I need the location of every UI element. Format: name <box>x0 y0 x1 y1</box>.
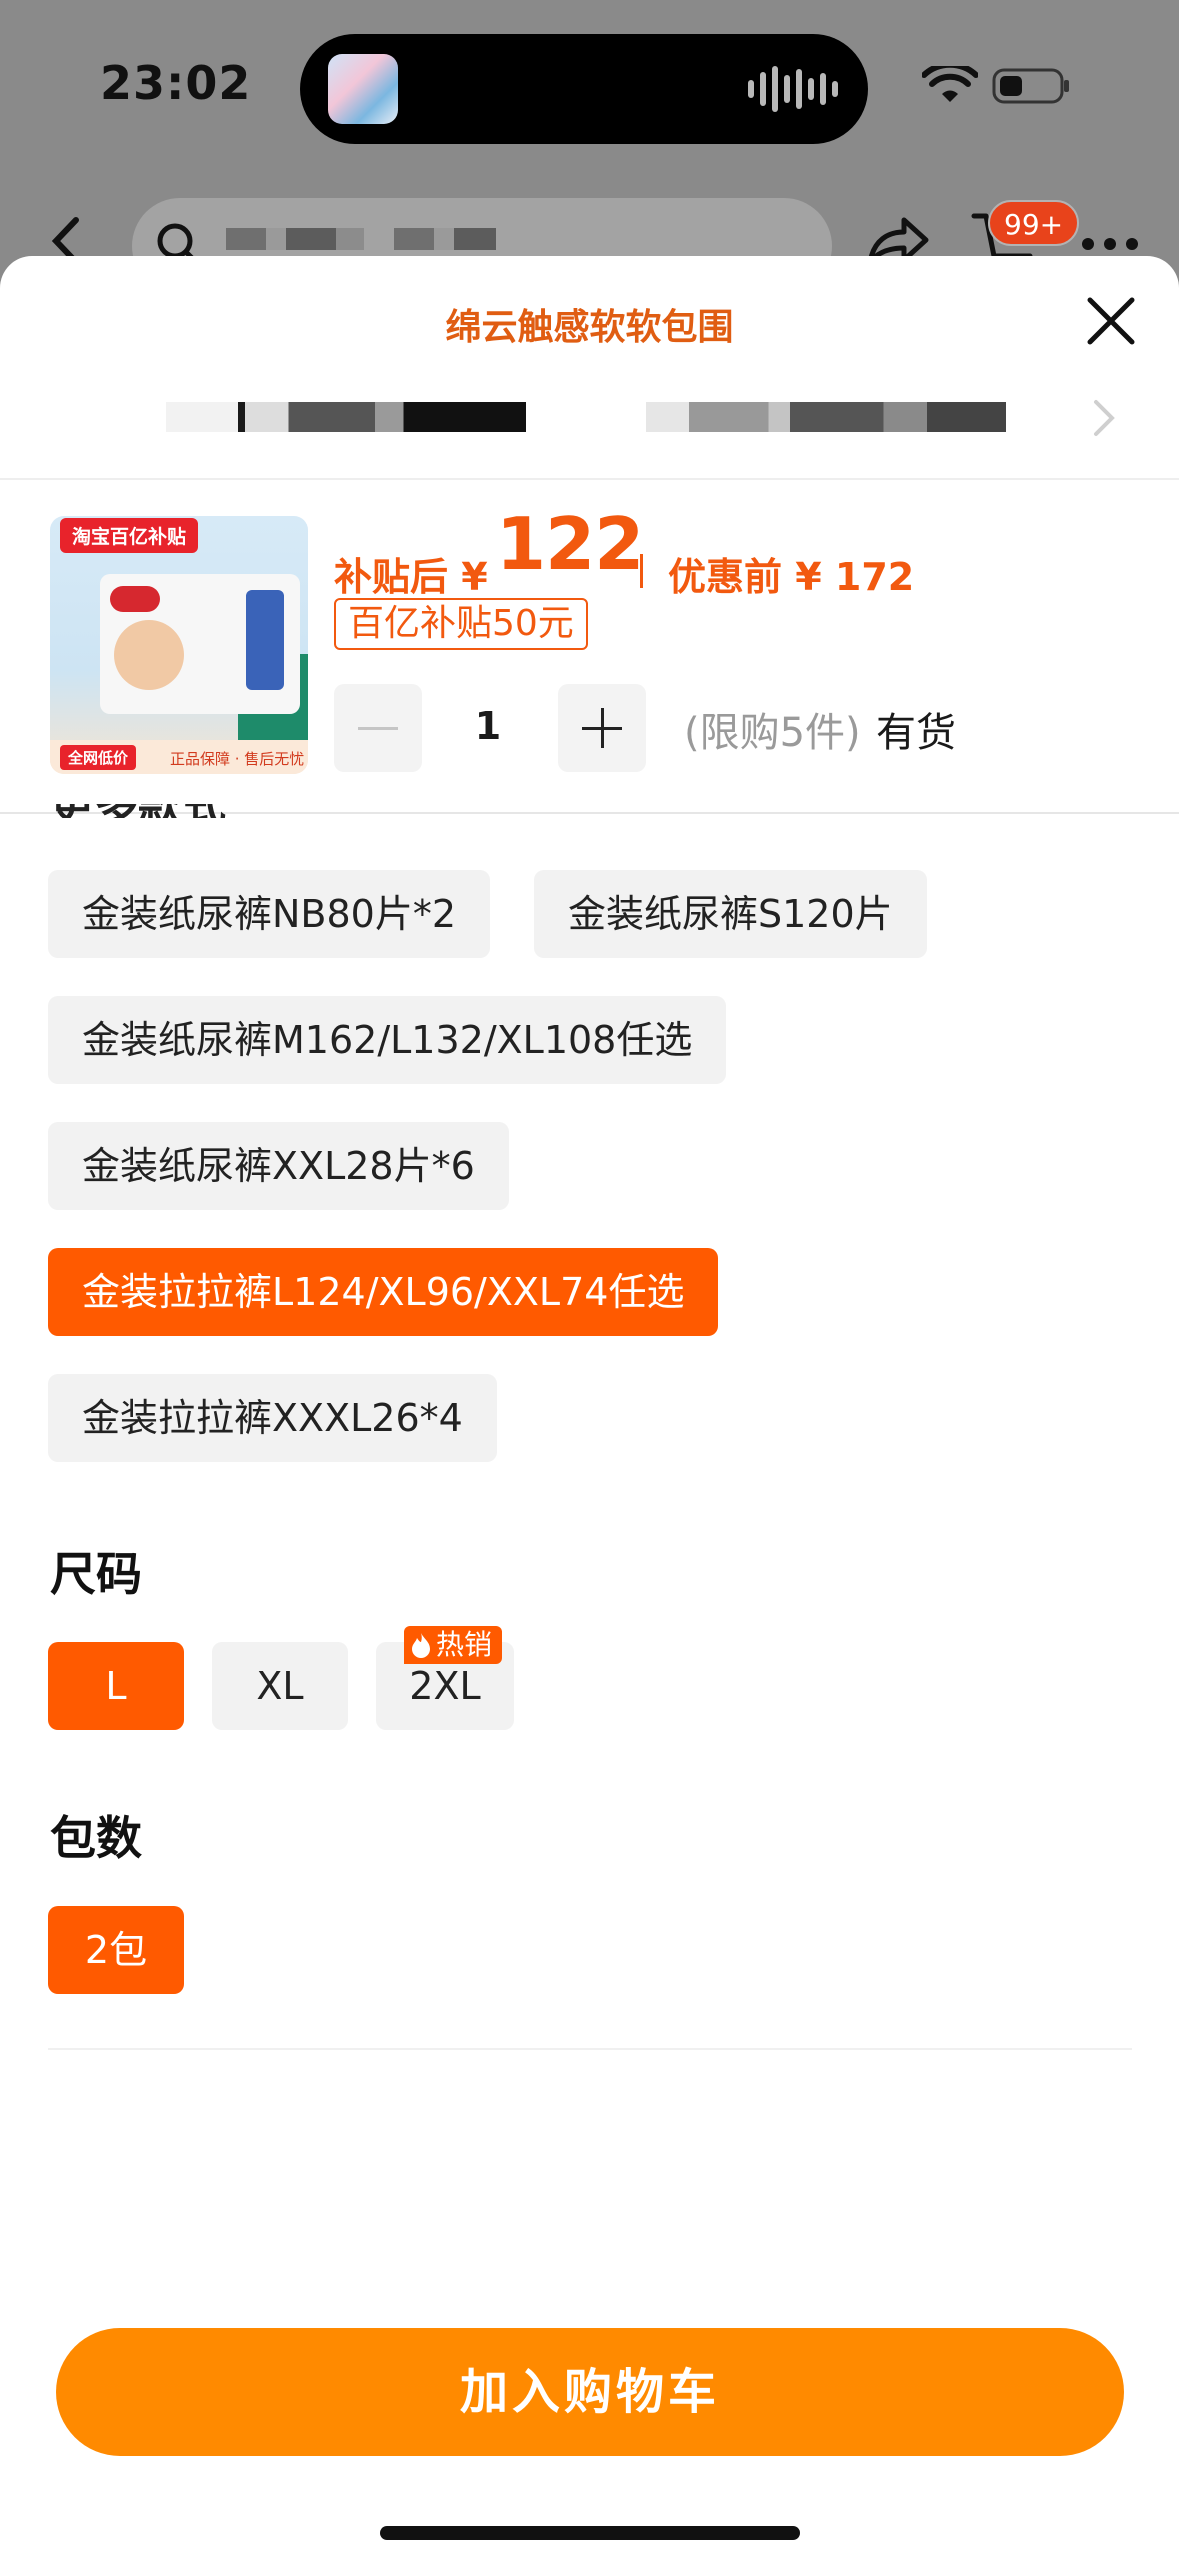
quantity-value[interactable]: 1 <box>468 704 508 748</box>
style-option-selected[interactable]: 金装拉拉裤L124/XL96/XXL74任选 <box>48 1248 719 1336</box>
blurred-image-strip <box>646 402 1006 432</box>
thumb-guarantee-note: 正品保障 · 售后无忧 <box>170 750 305 768</box>
thumb-promo-tag: 淘宝百亿补贴 <box>60 518 199 553</box>
home-indicator <box>380 2526 800 2540</box>
battery-icon <box>992 68 1069 104</box>
brand-logo-icon <box>110 586 160 612</box>
now-playing-artwork <box>328 54 398 124</box>
subsidy-badge: 百亿补贴50元 <box>334 598 588 650</box>
product-thumbnail[interactable]: 淘宝百亿补贴 全网低价 正品保障 · 售后无忧 <box>50 516 308 774</box>
quantity-increase-button[interactable] <box>558 684 646 772</box>
sheet-title: 绵云触感软软包围 <box>445 307 734 348</box>
style-option[interactable]: 金装纸尿裤S120片 <box>534 870 927 958</box>
blurred-search-text <box>394 228 496 250</box>
style-option[interactable]: 金装拉拉裤XXXL26*4 <box>48 1374 497 1462</box>
style-option[interactable]: 金装纸尿裤M162/L132/XL108任选 <box>48 996 727 1084</box>
wifi-icon <box>922 66 978 102</box>
audio-wave-icon <box>748 66 838 112</box>
cart-count-badge: 99+ <box>988 200 1080 246</box>
background-page: 23:02 99+ <box>0 0 1179 300</box>
purchase-limit: (限购5件) <box>684 710 861 756</box>
blurred-image-strip <box>166 402 526 432</box>
blurred-search-text <box>226 228 364 250</box>
more-icon[interactable] <box>1080 236 1140 252</box>
packs-option-selected[interactable]: 2包 <box>48 1906 184 1994</box>
size-section-label: 尺码 <box>50 1547 142 1601</box>
size-option-selected[interactable]: L <box>48 1642 184 1730</box>
quantity-decrease-button[interactable] <box>334 684 422 772</box>
thumb-low-price-chip: 全网低价 <box>60 745 137 770</box>
status-time: 23:02 <box>100 56 252 110</box>
style-option[interactable]: 金装纸尿裤NB80片*2 <box>48 870 491 958</box>
flame-icon <box>412 1633 430 1658</box>
add-to-cart-button[interactable]: 加入购物车 <box>56 2328 1124 2456</box>
price-after-label: 补贴后 ¥ <box>334 555 488 599</box>
divider <box>48 2048 1132 2050</box>
baby-image <box>114 620 184 690</box>
chevron-right-icon[interactable] <box>1090 398 1118 438</box>
stock-status: 有货 <box>876 710 956 756</box>
price-before: 优惠前 ¥ 172 <box>668 555 915 599</box>
close-icon[interactable] <box>1082 292 1140 350</box>
hot-badge: 热销 <box>404 1626 503 1664</box>
packs-section-label: 包数 <box>50 1811 142 1865</box>
size-option[interactable]: XL <box>212 1642 348 1730</box>
style-section-label-partial: 更多款式 <box>50 804 250 818</box>
thumb-package-side <box>246 590 284 690</box>
hot-badge-label: 热销 <box>436 1628 493 1661</box>
thumb-package <box>100 574 300 714</box>
price-after-value: 122 <box>496 502 644 586</box>
thumb-footer: 全网低价 正品保障 · 售后无忧 <box>50 740 308 774</box>
dynamic-island <box>300 34 868 144</box>
style-option[interactable]: 金装纸尿裤XXL28片*6 <box>48 1122 509 1210</box>
price-separator <box>640 554 643 588</box>
sku-selection-sheet: 绵云触感软软包围 淘宝百亿补贴 全网低价 正品保障 · 售后无忧 补贴后 ¥ 1… <box>0 256 1179 2556</box>
divider <box>0 478 1179 480</box>
